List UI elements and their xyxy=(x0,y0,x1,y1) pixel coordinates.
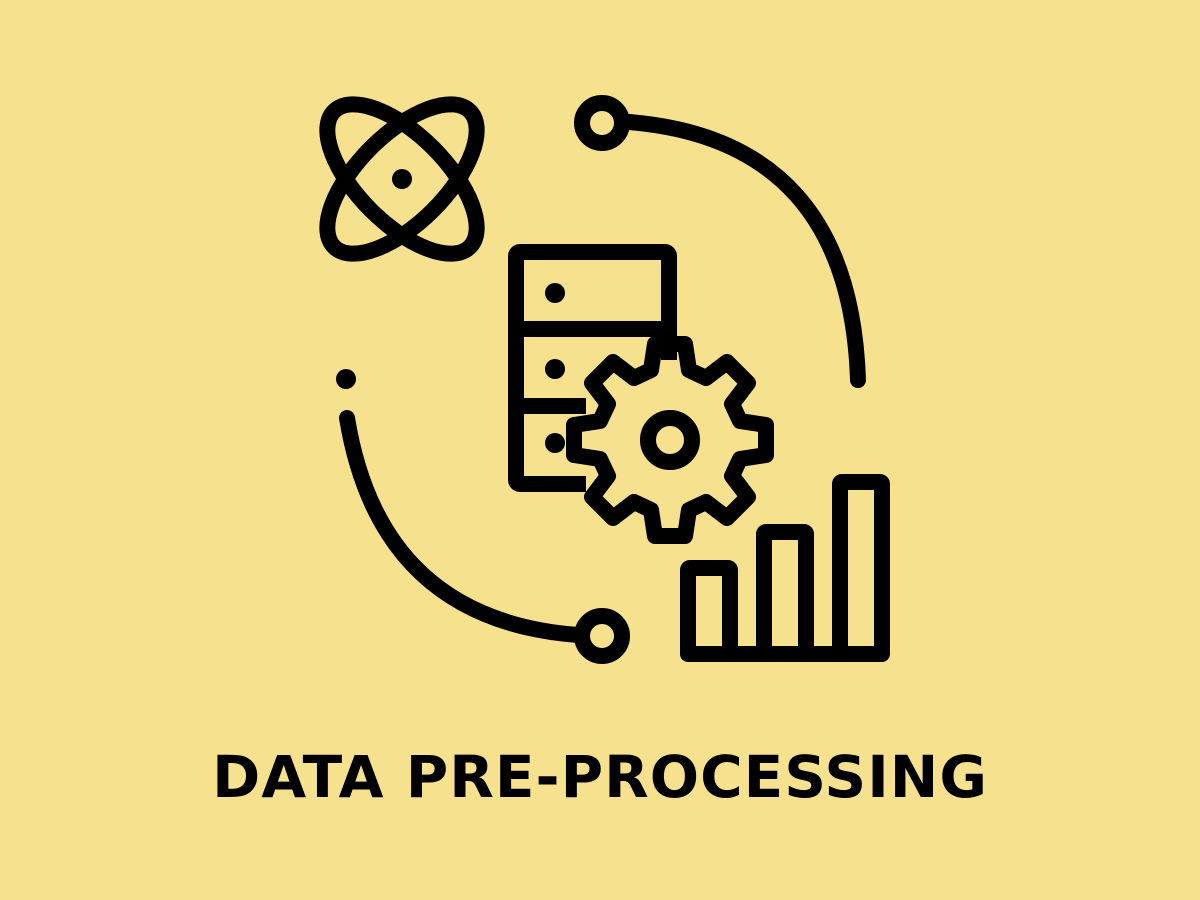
atom-icon xyxy=(319,96,485,262)
gear-icon xyxy=(566,336,774,544)
page-title: DATA PRE-PROCESSING xyxy=(212,743,988,811)
